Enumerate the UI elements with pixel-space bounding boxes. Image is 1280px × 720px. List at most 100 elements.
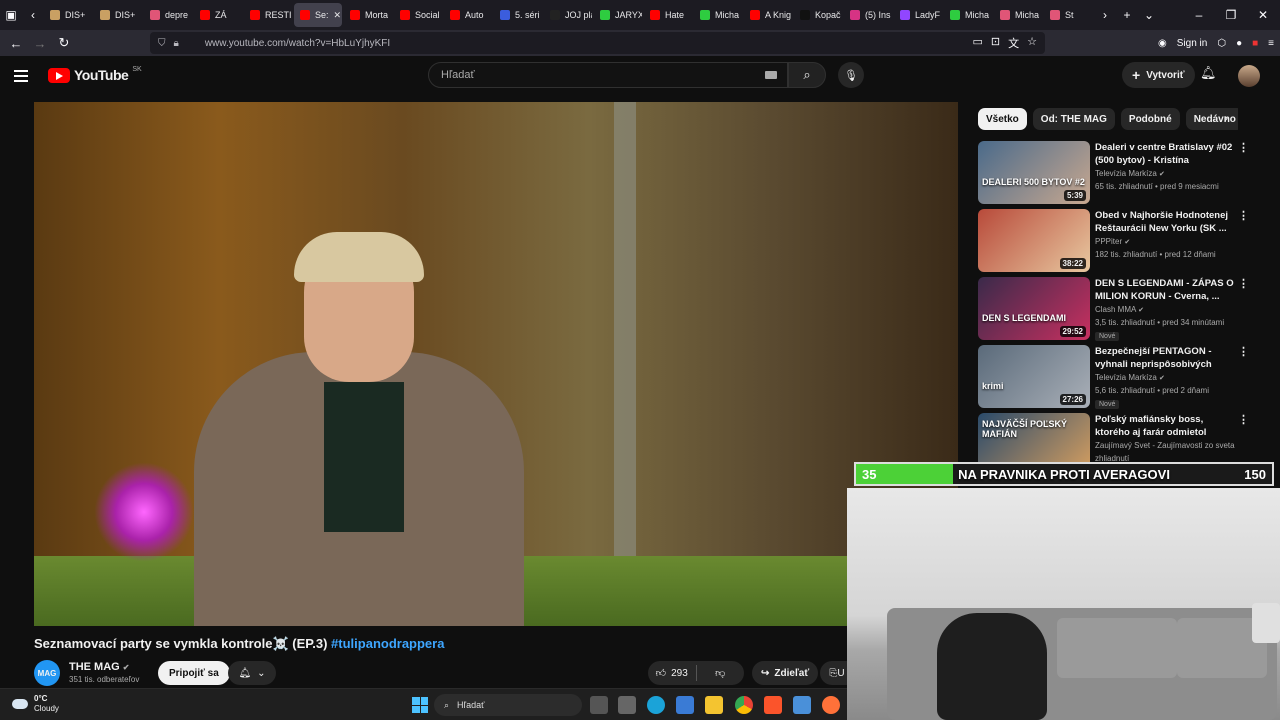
maximize-icon[interactable]: ❐: [1220, 4, 1242, 26]
voice-search-button[interactable]: 🎙︎: [838, 62, 864, 88]
screenshot-icon[interactable]: ⊡: [991, 35, 1000, 51]
windows-start-icon[interactable]: [412, 697, 428, 713]
new-tab-icon[interactable]: +: [1116, 4, 1138, 26]
create-button[interactable]: + Vytvoriť: [1122, 62, 1195, 88]
more-options-icon[interactable]: ⋮: [1238, 209, 1249, 222]
task-view-icon[interactable]: [590, 696, 608, 714]
browser-tab[interactable]: A Knig: [744, 3, 792, 27]
share-button[interactable]: ↪ Zdieľať: [752, 661, 819, 685]
recommendation-channel[interactable]: PPPiter ✔: [1095, 237, 1130, 246]
taskbar-search[interactable]: ⌕ Hľadať: [434, 694, 582, 716]
like-button[interactable]: 👍︎ 293: [648, 661, 696, 685]
join-button[interactable]: Pripojiť sa: [158, 661, 230, 685]
reload-icon[interactable]: ↻: [52, 31, 76, 55]
search-button[interactable]: ⌕: [788, 62, 826, 88]
recommendation-title[interactable]: DEN S LEGENDAMI - ZÁPAS O MILION KORUN -…: [1095, 277, 1235, 303]
file-explorer-icon[interactable]: [705, 696, 723, 714]
video-hashtag[interactable]: #tulipanodrappera: [331, 636, 444, 651]
browser-tab[interactable]: RESTI: [244, 3, 292, 27]
sign-in-link[interactable]: Sign in: [1177, 38, 1208, 49]
menu-icon[interactable]: ≡: [1268, 38, 1274, 49]
tab-dropdown-icon[interactable]: ⌄: [1138, 4, 1160, 26]
brave-icon[interactable]: [764, 696, 782, 714]
translate-icon[interactable]: 文: [1008, 35, 1019, 51]
more-options-icon[interactable]: ⋮: [1238, 141, 1249, 154]
url-field[interactable]: ⛉ 🔒︎ www.youtube.com/watch?v=HbLuYjhyKFI…: [150, 32, 1045, 54]
browser-tab[interactable]: ZÁ: [194, 3, 242, 27]
browser-tab[interactable]: DIS+: [44, 3, 92, 27]
photos-icon[interactable]: [676, 696, 694, 714]
recommendation-item[interactable]: 38:22 Obed v Najhoršie Hodnotenej Reštau…: [978, 209, 1268, 273]
user-avatar[interactable]: [1238, 65, 1260, 87]
back-icon[interactable]: ←: [4, 31, 28, 55]
browser-tab[interactable]: Social: [394, 3, 442, 27]
browser-tab[interactable]: Se: ✕: [294, 3, 342, 27]
browser-tab[interactable]: JOJ play: [544, 3, 592, 27]
recommendation-title[interactable]: Obed v Najhoršie Hodnotenej Reštaurácii …: [1095, 209, 1235, 235]
chrome-icon[interactable]: [735, 696, 753, 714]
extensions-icon[interactable]: ⬡: [1217, 38, 1226, 49]
browser-tab[interactable]: Hate: [644, 3, 692, 27]
filter-chip[interactable]: Nedávno: [1185, 108, 1238, 130]
recommendation-thumbnail[interactable]: 38:22: [978, 209, 1090, 272]
minimize-icon[interactable]: –: [1188, 4, 1210, 26]
recommendation-channel[interactable]: Televízia Markíza ✔: [1095, 373, 1165, 382]
tab-scroll-left-icon[interactable]: ‹: [22, 4, 44, 26]
browser-tab[interactable]: 5. séri: [494, 3, 542, 27]
tab-list-icon[interactable]: ▣: [0, 4, 22, 26]
recommendation-title[interactable]: Poľský mafiánsky boss, ktorého aj farár …: [1095, 413, 1235, 439]
account-icon[interactable]: ◉: [1158, 38, 1167, 49]
recommendation-thumbnail[interactable]: krimi 27:26: [978, 345, 1090, 408]
browser-tab[interactable]: depre: [144, 3, 192, 27]
chevron-right-icon[interactable]: ›: [1224, 111, 1228, 125]
recommendation-thumbnail[interactable]: DEALERI 500 BYTOV #2 5:39: [978, 141, 1090, 204]
recommendation-thumbnail[interactable]: DEN S LEGENDAMI 29:52: [978, 277, 1090, 340]
browser-tab[interactable]: Kopač: [794, 3, 842, 27]
browser-tab[interactable]: Auto: [444, 3, 492, 27]
browser-tab[interactable]: Morta: [344, 3, 392, 27]
notepad-icon[interactable]: [793, 696, 811, 714]
more-options-icon[interactable]: ⋮: [1238, 345, 1249, 358]
search-input[interactable]: Hľadať: [428, 62, 788, 88]
close-tab-icon[interactable]: ✕: [334, 10, 342, 21]
bookmark-star-icon[interactable]: ☆: [1027, 35, 1037, 51]
dislike-button[interactable]: 👎︎: [697, 661, 745, 685]
notifications-bell-icon[interactable]: 🔔︎: [1200, 65, 1217, 81]
recommendation-title[interactable]: Bezpečnejší PENTAGON - vyhnali neprispôs…: [1095, 345, 1235, 371]
recommendation-item[interactable]: DEN S LEGENDAMI 29:52 DEN S LEGENDAMI - …: [978, 277, 1268, 341]
recommendation-channel[interactable]: Zaujímavý Svet - Zaujímavosti zo sveta: [1095, 441, 1235, 450]
browser-tab[interactable]: LadyF: [894, 3, 942, 27]
firefox-icon[interactable]: [822, 696, 840, 714]
shield-icon[interactable]: ⛉: [158, 38, 166, 49]
browser-tab[interactable]: Micha: [694, 3, 742, 27]
youtube-logo[interactable]: YouTube SK: [48, 66, 142, 83]
profile-icon[interactable]: ●: [1236, 38, 1242, 49]
hamburger-menu-icon[interactable]: [14, 66, 34, 86]
close-window-icon[interactable]: ✕: [1252, 4, 1274, 26]
edge-icon[interactable]: [647, 696, 665, 714]
forward-icon[interactable]: →: [28, 31, 52, 55]
keyboard-icon[interactable]: [765, 71, 777, 79]
more-options-icon[interactable]: ⋮: [1238, 413, 1249, 426]
filter-chip[interactable]: Podobné: [1120, 108, 1180, 130]
browser-tab[interactable]: Micha: [994, 3, 1042, 27]
channel-avatar[interactable]: MAG: [34, 660, 60, 686]
recommendation-item[interactable]: DEALERI 500 BYTOV #2 5:39 Dealeri v cent…: [978, 141, 1268, 205]
addon-icon[interactable]: ■: [1252, 38, 1258, 49]
browser-tab[interactable]: (5) Ins: [844, 3, 892, 27]
recommendation-channel[interactable]: Clash MMA ✔: [1095, 305, 1144, 314]
channel-name[interactable]: THE MAG ✔: [69, 661, 130, 673]
subscription-bell-button[interactable]: 🔔︎ ⌄: [228, 661, 276, 685]
video-player[interactable]: [34, 102, 958, 626]
picture-in-picture-icon[interactable]: ▭: [973, 35, 983, 51]
recommendation-channel[interactable]: Televízia Markíza ✔: [1095, 169, 1165, 178]
browser-tab[interactable]: Micha: [944, 3, 992, 27]
filter-chip[interactable]: Všetko: [978, 108, 1027, 130]
more-options-icon[interactable]: ⋮: [1238, 277, 1249, 290]
browser-tab[interactable]: DIS+: [94, 3, 142, 27]
weather-widget[interactable]: 0°C Cloudy: [12, 694, 59, 714]
store-icon[interactable]: [618, 696, 636, 714]
tab-scroll-right-icon[interactable]: ›: [1094, 4, 1116, 26]
browser-tab[interactable]: JARYX: [594, 3, 642, 27]
recommendation-title[interactable]: Dealeri v centre Bratislavy #02 (500 byt…: [1095, 141, 1235, 167]
